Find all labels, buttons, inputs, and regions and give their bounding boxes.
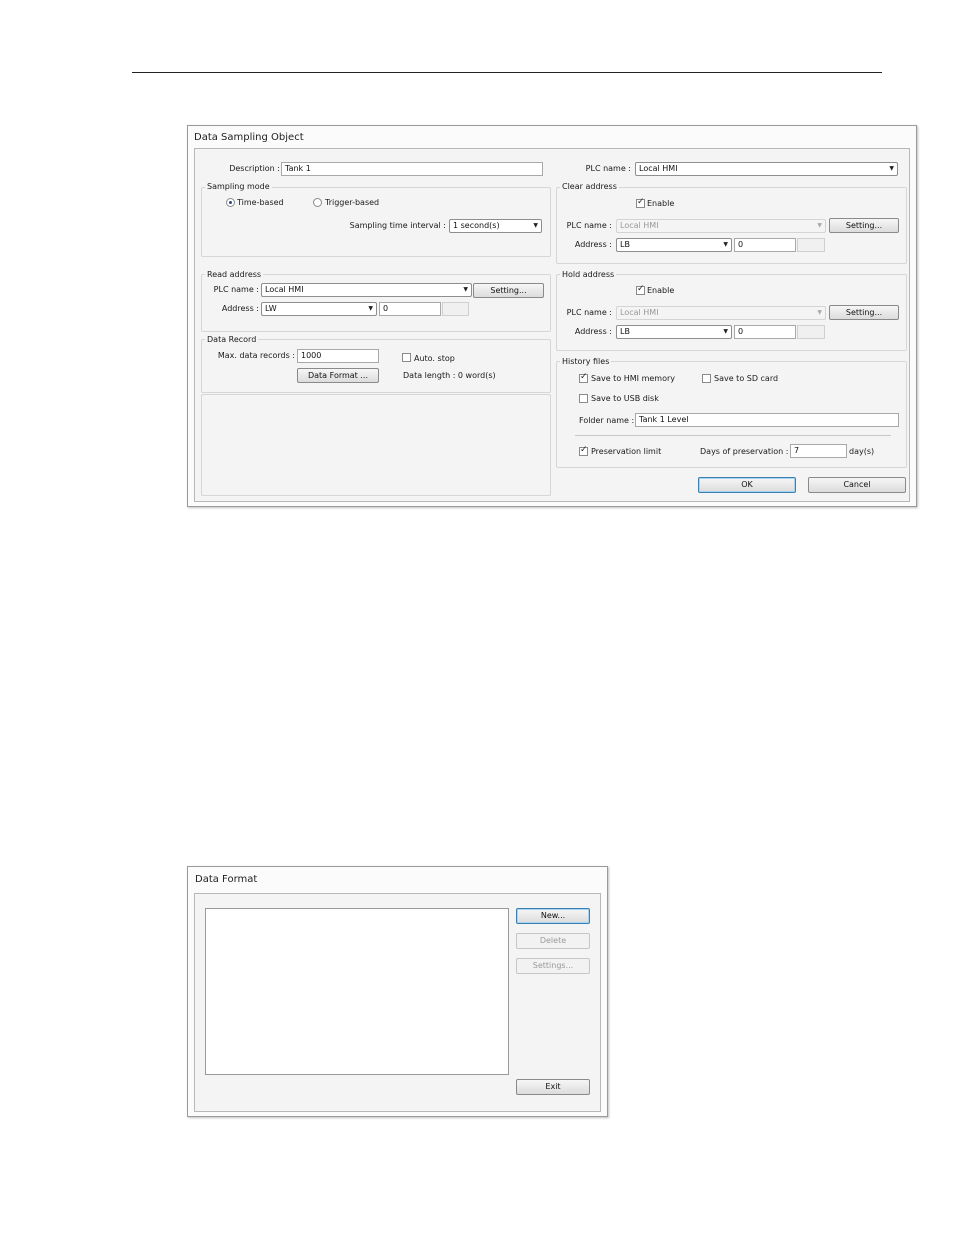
clear-address-label: Address : [574, 240, 612, 249]
empty-panel [201, 394, 551, 496]
read-address-extra-field [442, 302, 469, 316]
clear-plc-name-value: Local HMI [620, 221, 659, 230]
hold-address-type-value: LB [620, 327, 630, 336]
history-files-title: History files [560, 357, 612, 367]
clear-address-title: Clear address [560, 182, 619, 192]
read-plc-name-value: Local HMI [265, 285, 304, 294]
hold-setting-button[interactable]: Setting... [829, 305, 899, 320]
chevron-down-icon: ▼ [817, 309, 822, 316]
read-address-label: Address : [221, 304, 259, 313]
time-based-label: Time-based [237, 198, 284, 207]
read-plc-name-select[interactable]: Local HMI ▼ [261, 283, 472, 297]
chevron-down-icon: ▼ [817, 222, 822, 229]
hold-address-label: Address : [574, 327, 612, 336]
max-data-records-field[interactable]: 1000 [297, 349, 379, 363]
data-format-button[interactable]: Data Format ... [297, 368, 379, 383]
plc-name-value: Local HMI [639, 164, 678, 173]
days-of-preservation-label: Days of preservation : [700, 447, 789, 456]
hold-address-type-select[interactable]: LB ▼ [616, 325, 732, 339]
settings-button[interactable]: Settings... [516, 958, 590, 974]
hold-enable-label: Enable [647, 286, 675, 295]
data-length-text: Data length : 0 word(s) [403, 371, 496, 380]
clear-enable-checkbox[interactable] [636, 197, 645, 208]
read-plc-name-label: PLC name : [213, 285, 259, 294]
data-record-title: Data Record [205, 335, 259, 345]
dialog-client-area: Description : Tank 1 PLC name : Local HM… [194, 148, 910, 502]
description-field[interactable]: Tank 1 [281, 162, 543, 176]
plc-name-label: PLC name : [585, 164, 631, 173]
new-button[interactable]: New... [516, 908, 590, 924]
read-address-type-select[interactable]: LW ▼ [261, 302, 377, 316]
days-unit-label: day(s) [849, 447, 875, 456]
page-header-rule [132, 72, 882, 73]
save-usb-checkbox[interactable] [579, 394, 588, 403]
chevron-down-icon: ▼ [723, 328, 728, 335]
description-label: Description : [229, 164, 280, 173]
read-address-title: Read address [205, 270, 264, 280]
plc-name-select[interactable]: Local HMI ▼ [635, 162, 898, 176]
data-format-list[interactable] [205, 908, 509, 1075]
clear-setting-button[interactable]: Setting... [829, 218, 899, 233]
read-setting-button[interactable]: Setting... [473, 283, 544, 298]
ok-button[interactable]: OK [698, 477, 796, 493]
dialog-title: Data Sampling Object [194, 132, 304, 143]
clear-plc-name-label: PLC name : [566, 221, 612, 230]
days-of-preservation-field[interactable]: 7 [790, 444, 847, 458]
time-based-radio[interactable] [226, 198, 235, 207]
save-usb-label: Save to USB disk [591, 394, 659, 403]
clear-address-extra-field [797, 238, 825, 252]
hold-address-field[interactable]: 0 [734, 325, 796, 339]
clear-address-field[interactable]: 0 [734, 238, 796, 252]
hold-plc-name-select[interactable]: Local HMI ▼ [616, 306, 826, 320]
sampling-mode-title: Sampling mode [205, 182, 272, 192]
data-format-dialog: Data Format New... Delete Settings... Ex… [187, 866, 608, 1117]
cancel-button[interactable]: Cancel [808, 477, 906, 493]
history-separator [575, 435, 891, 436]
clear-address-type-value: LB [620, 240, 630, 249]
exit-button[interactable]: Exit [516, 1079, 590, 1095]
delete-button[interactable]: Delete [516, 933, 590, 949]
data-format-title: Data Format [195, 874, 258, 885]
sampling-interval-label: Sampling time interval : [349, 221, 446, 230]
clear-plc-name-select[interactable]: Local HMI ▼ [616, 219, 826, 233]
hold-address-extra-field [797, 325, 825, 339]
auto-stop-label: Auto. stop [414, 354, 455, 363]
chevron-down-icon: ▼ [463, 286, 468, 293]
auto-stop-checkbox[interactable] [402, 353, 411, 362]
preservation-limit-checkbox[interactable] [579, 445, 588, 456]
max-data-records-label: Max. data records : [217, 351, 295, 360]
clear-address-type-select[interactable]: LB ▼ [616, 238, 732, 252]
folder-name-field[interactable]: Tank 1 Level [635, 413, 899, 427]
save-hmi-label: Save to HMI memory [591, 374, 675, 383]
hold-plc-name-label: PLC name : [566, 308, 612, 317]
trigger-based-label: Trigger-based [325, 198, 380, 207]
save-hmi-checkbox[interactable] [579, 372, 588, 383]
folder-name-label: Folder name : [579, 416, 635, 425]
save-sd-checkbox[interactable] [702, 374, 711, 383]
hold-enable-checkbox[interactable] [636, 284, 645, 295]
data-format-client-area: New... Delete Settings... Exit [194, 893, 601, 1112]
chevron-down-icon: ▼ [368, 305, 373, 312]
data-sampling-dialog: Data Sampling Object Description : Tank … [187, 125, 917, 507]
chevron-down-icon: ▼ [889, 165, 894, 172]
chevron-down-icon: ▼ [533, 222, 538, 229]
sampling-interval-select[interactable]: 1 second(s) ▼ [449, 219, 542, 233]
hold-plc-name-value: Local HMI [620, 308, 659, 317]
chevron-down-icon: ▼ [723, 241, 728, 248]
preservation-limit-label: Preservation limit [591, 447, 662, 456]
hold-address-title: Hold address [560, 270, 617, 280]
read-address-type-value: LW [265, 304, 277, 313]
save-sd-label: Save to SD card [714, 374, 779, 383]
sampling-interval-value: 1 second(s) [453, 221, 500, 230]
clear-enable-label: Enable [647, 199, 675, 208]
trigger-based-radio[interactable] [313, 198, 322, 207]
data-record-group [201, 339, 551, 393]
read-address-field[interactable]: 0 [379, 302, 441, 316]
